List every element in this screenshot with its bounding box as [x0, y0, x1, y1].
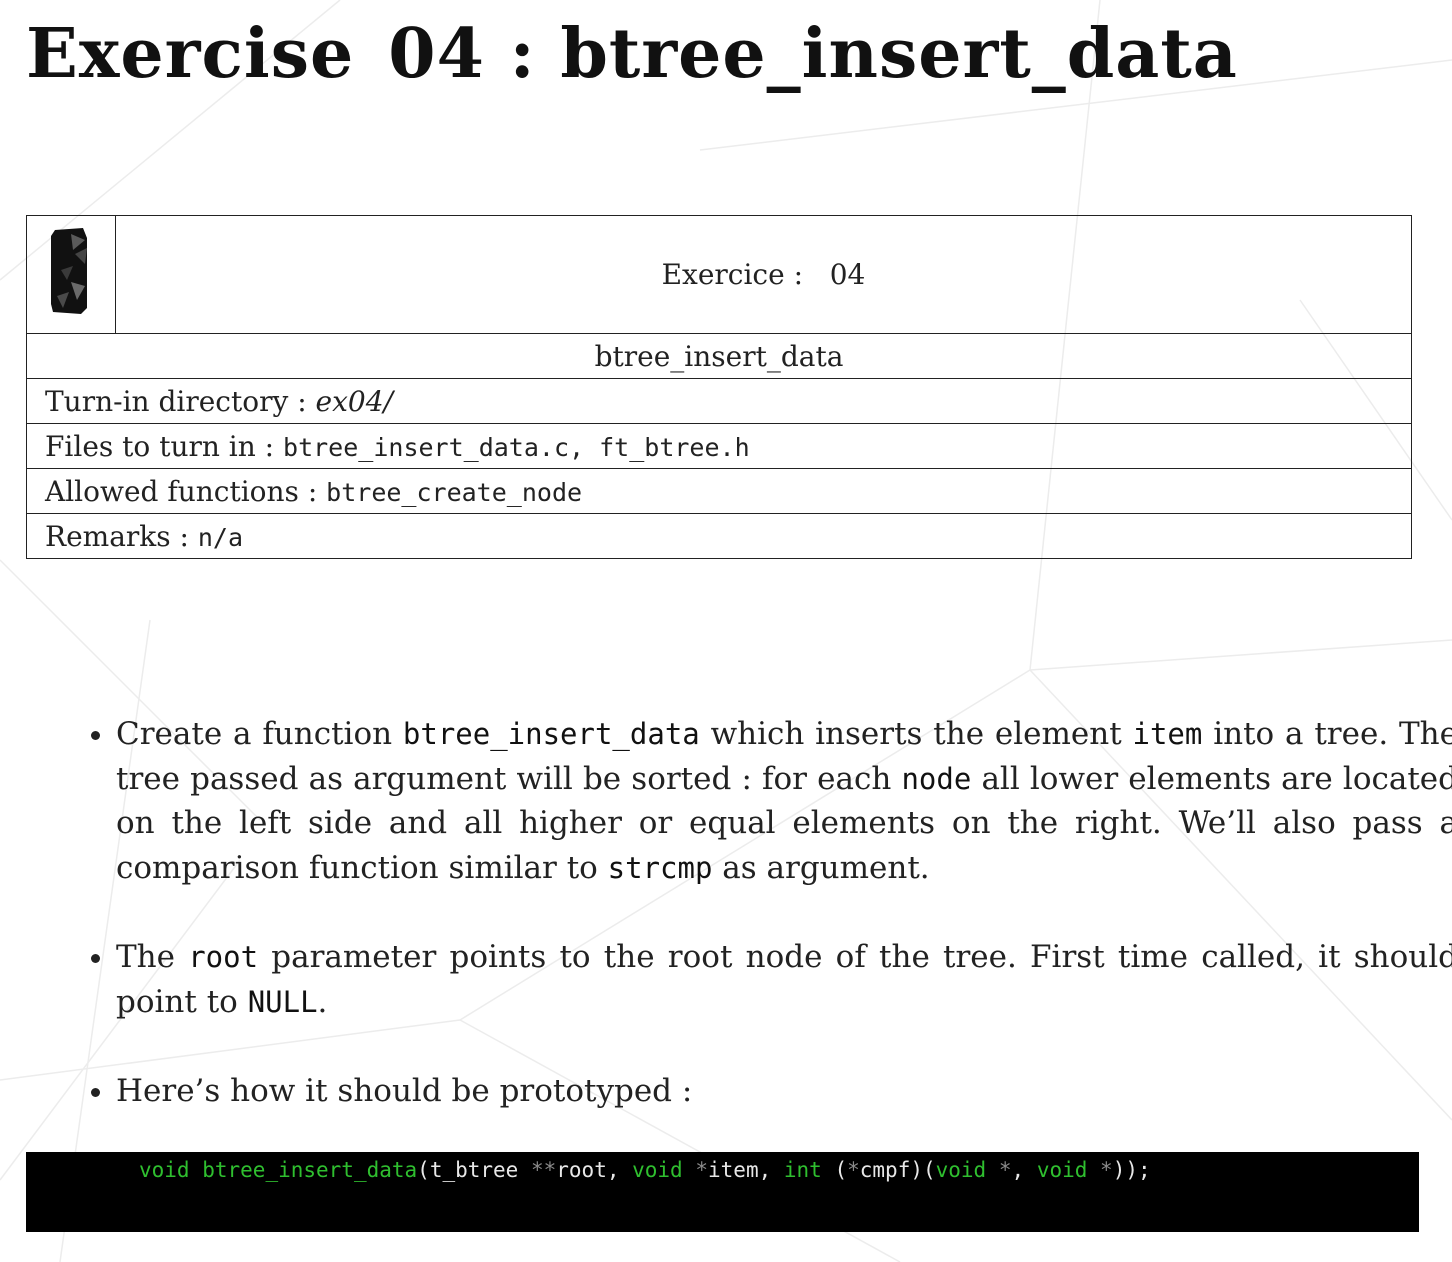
logo-cell [26, 215, 116, 334]
exercise-label: Exercice : [661, 258, 804, 291]
allowed-row: Allowed functions : btree_create_node [26, 468, 1412, 514]
code-null: NULL [247, 984, 318, 1019]
text: Create a function [116, 716, 403, 752]
text: Here’s how it should be prototyped : [116, 1073, 693, 1109]
code-operator: ** [530, 1158, 557, 1182]
function-name-cell: btree_insert_data [26, 333, 1412, 379]
prototype-code-block: void btree_insert_data(t_btree **root, v… [26, 1152, 1419, 1232]
code-text: root, [556, 1158, 633, 1182]
code-operator: * [847, 1158, 860, 1182]
title-number: 04 [388, 14, 485, 94]
subject-page: Exercise 04 : btree_insert_data Exercice … [0, 0, 1452, 1262]
text: as argument. [712, 849, 930, 886]
code-keyword: void [1036, 1158, 1088, 1182]
code-operator: * [1100, 1158, 1113, 1182]
instruction-item: The root parameter points to the root no… [116, 935, 1452, 1024]
remarks-label: Remarks : [45, 519, 189, 553]
code-function: btree_insert_data [202, 1158, 418, 1182]
files-label: Files to turn in : [45, 429, 275, 463]
function-name: btree_insert_data [594, 339, 844, 373]
page-title: Exercise 04 : btree_insert_data [26, 14, 1238, 94]
code-function-name: btree_insert_data [402, 717, 700, 751]
code-text: , [1011, 1158, 1037, 1182]
title-prefix: Exercise [26, 14, 355, 94]
code-root: root [188, 940, 259, 974]
remarks-row: Remarks : n/a [26, 513, 1412, 559]
files-row: Files to turn in : btree_insert_data.c, … [26, 423, 1412, 469]
title-separator: : [509, 14, 536, 94]
code-keyword: int [783, 1158, 822, 1182]
code-item: item [1132, 717, 1203, 751]
code-text: (t_btree [417, 1158, 531, 1182]
exercise-number-cell: Exercice : 04 [115, 215, 1412, 334]
code-text: cmpf)( [859, 1158, 936, 1182]
code-keyword: void [139, 1158, 190, 1182]
code-text: )); [1112, 1158, 1151, 1182]
allowed-value: btree_create_node [326, 477, 583, 507]
instruction-item: Create a function btree_insert_data whic… [116, 712, 1452, 890]
remarks-value: n/a [197, 522, 244, 552]
prototype-code-line: void btree_insert_data(t_btree **root, v… [139, 1158, 1151, 1182]
code-strcmp: strcmp [607, 850, 713, 885]
text: The [116, 939, 189, 975]
instructions-list: Create a function btree_insert_data whic… [70, 712, 1452, 1159]
files-value: btree_insert_data.c, ft_btree.h [283, 432, 750, 462]
code-operator: * [695, 1158, 709, 1182]
title-name: btree_insert_data [560, 14, 1238, 94]
turnin-value: ex04/ [315, 384, 393, 418]
text: . [317, 983, 328, 1020]
code-keyword: void [632, 1158, 683, 1182]
allowed-label: Allowed functions : [45, 474, 318, 508]
code-node: node [901, 761, 972, 796]
text: which inserts the element [699, 716, 1133, 752]
exercise-info-table: Exercice : 04 btree_insert_data Turn-in … [26, 215, 1412, 559]
code-text: ( [821, 1158, 848, 1182]
exercise-number: 04 [829, 258, 866, 291]
turnin-row: Turn-in directory : ex04/ [26, 378, 1412, 424]
code-text: item, [708, 1158, 784, 1182]
instruction-item: Here’s how it should be prototyped : [116, 1069, 1452, 1114]
school-logo-icon [51, 228, 87, 314]
code-operator: * [998, 1158, 1012, 1182]
code-keyword: void [935, 1158, 987, 1182]
turnin-label: Turn-in directory : [45, 384, 307, 418]
